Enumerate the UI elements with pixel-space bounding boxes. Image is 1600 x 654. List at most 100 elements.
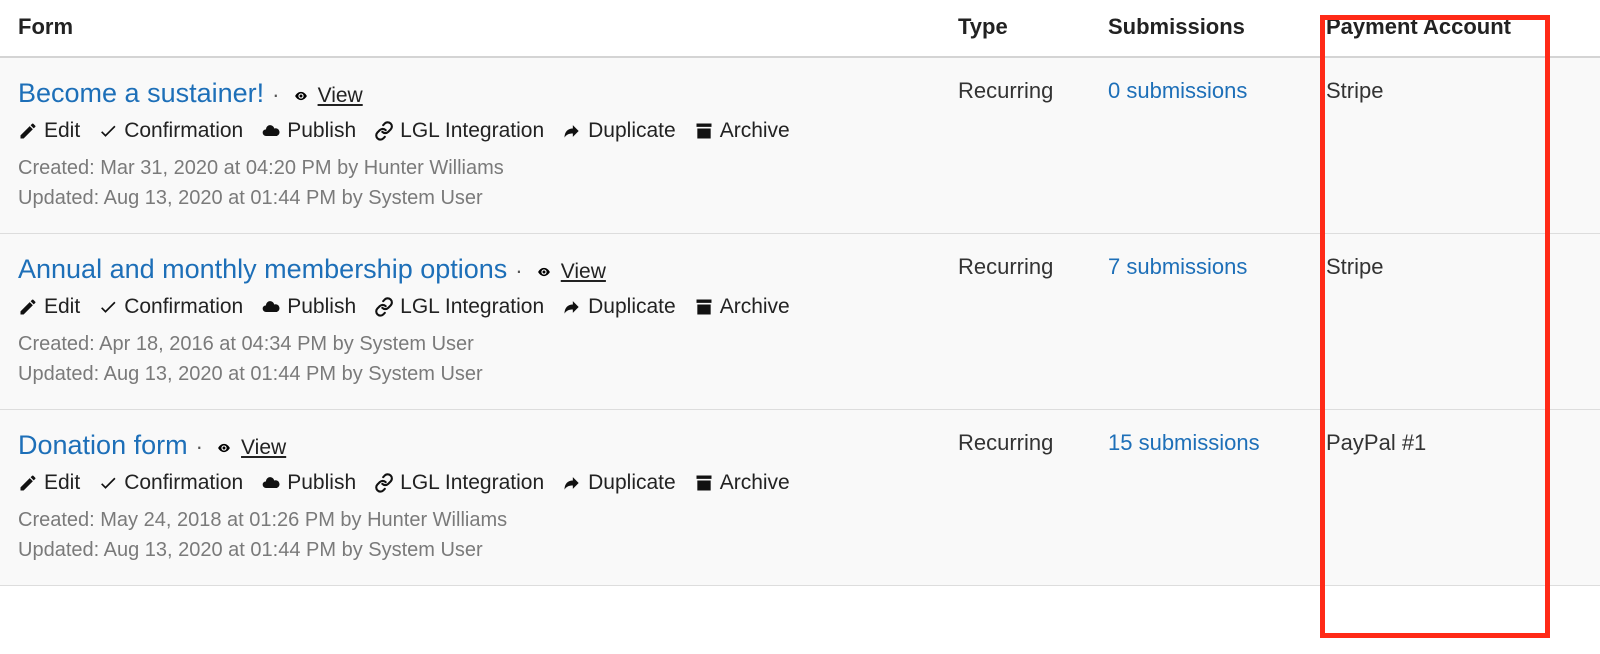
link-icon [374, 471, 394, 495]
cloud-icon [261, 295, 281, 319]
table-row: Become a sustainer!· View Edit Confirmatio… [0, 57, 1600, 234]
type-cell: Recurring [940, 410, 1090, 586]
view-link[interactable]: View [213, 436, 286, 460]
confirmation-label: Confirmation [124, 119, 243, 143]
share-icon [562, 471, 582, 495]
col-header-submissions: Submissions [1090, 0, 1308, 57]
col-header-type: Type [940, 0, 1090, 57]
archive-action[interactable]: Archive [694, 295, 790, 319]
view-link[interactable]: View [533, 260, 606, 284]
payment-account-value: Stripe [1326, 78, 1383, 103]
lgl-integration-action[interactable]: LGL Integration [374, 471, 544, 495]
form-title-link[interactable]: Become a sustainer! [18, 78, 264, 108]
payment-account-value: Stripe [1326, 254, 1383, 279]
form-cell: Become a sustainer!· View Edit Confirmatio… [0, 57, 940, 234]
publish-action[interactable]: Publish [261, 119, 356, 143]
confirmation-action[interactable]: Confirmation [98, 295, 243, 319]
confirmation-action[interactable]: Confirmation [98, 119, 243, 143]
edit-action[interactable]: Edit [18, 119, 80, 143]
payment-account-value: PayPal #1 [1326, 430, 1426, 455]
separator-dot: · [264, 82, 283, 107]
updated-meta: Updated: Aug 13, 2020 at 01:44 PM by Sys… [18, 535, 922, 565]
archive-icon [694, 471, 714, 495]
edit-action[interactable]: Edit [18, 471, 80, 495]
table-row: Donation form· View Edit Confirmation Publi… [0, 410, 1600, 586]
form-meta: Created: Mar 31, 2020 at 04:20 PM by Hun… [18, 153, 922, 213]
archive-action[interactable]: Archive [694, 119, 790, 143]
type-cell: Recurring [940, 57, 1090, 234]
archive-label: Archive [720, 119, 790, 143]
lgl-integration-action[interactable]: LGL Integration [374, 295, 544, 319]
check-icon [98, 295, 118, 319]
duplicate-label: Duplicate [588, 295, 676, 319]
link-icon [374, 119, 394, 143]
updated-meta: Updated: Aug 13, 2020 at 01:44 PM by Sys… [18, 359, 922, 389]
duplicate-action[interactable]: Duplicate [562, 119, 676, 143]
submissions-link[interactable]: 7 submissions [1108, 254, 1247, 279]
confirmation-action[interactable]: Confirmation [98, 471, 243, 495]
archive-label: Archive [720, 295, 790, 319]
form-actions: Edit Confirmation Publish LGL Integration Du… [18, 295, 922, 319]
type-value: Recurring [958, 430, 1053, 455]
form-meta: Created: Apr 18, 2016 at 04:34 PM by Sys… [18, 329, 922, 389]
lgl-integration-label: LGL Integration [400, 119, 544, 143]
form-title-link[interactable]: Donation form [18, 430, 188, 460]
publish-label: Publish [287, 471, 356, 495]
eye-icon [213, 436, 235, 460]
edit-icon [18, 471, 38, 495]
submissions-cell: 15 submissions [1090, 410, 1308, 586]
confirmation-label: Confirmation [124, 471, 243, 495]
submissions-link[interactable]: 15 submissions [1108, 430, 1260, 455]
check-icon [98, 471, 118, 495]
publish-action[interactable]: Publish [261, 295, 356, 319]
col-header-form: Form [0, 0, 940, 57]
lgl-integration-label: LGL Integration [400, 295, 544, 319]
submissions-cell: 0 submissions [1090, 57, 1308, 234]
separator-dot: · [507, 258, 526, 283]
view-link[interactable]: View [290, 84, 363, 108]
payment-account-cell: Stripe [1308, 234, 1600, 410]
updated-meta: Updated: Aug 13, 2020 at 01:44 PM by Sys… [18, 183, 922, 213]
share-icon [562, 119, 582, 143]
submissions-cell: 7 submissions [1090, 234, 1308, 410]
form-cell: Donation form· View Edit Confirmation Publi… [0, 410, 940, 586]
table-row: Annual and monthly membership options· V… [0, 234, 1600, 410]
form-actions: Edit Confirmation Publish LGL Integration Du… [18, 119, 922, 143]
view-label: View [561, 260, 606, 284]
payment-account-cell: PayPal #1 [1308, 410, 1600, 586]
publish-action[interactable]: Publish [261, 471, 356, 495]
view-label: View [241, 436, 286, 460]
publish-label: Publish [287, 295, 356, 319]
form-title-link[interactable]: Annual and monthly membership options [18, 254, 507, 284]
eye-icon [290, 84, 312, 108]
col-header-payment-account: Payment Account [1308, 0, 1600, 57]
separator-dot: · [188, 434, 207, 459]
archive-label: Archive [720, 471, 790, 495]
publish-label: Publish [287, 119, 356, 143]
edit-label: Edit [44, 295, 80, 319]
archive-action[interactable]: Archive [694, 471, 790, 495]
created-meta: Created: Apr 18, 2016 at 04:34 PM by Sys… [18, 329, 922, 359]
submissions-link[interactable]: 0 submissions [1108, 78, 1247, 103]
duplicate-action[interactable]: Duplicate [562, 471, 676, 495]
share-icon [562, 295, 582, 319]
view-label: View [318, 84, 363, 108]
edit-action[interactable]: Edit [18, 295, 80, 319]
payment-account-cell: Stripe [1308, 57, 1600, 234]
edit-label: Edit [44, 119, 80, 143]
lgl-integration-action[interactable]: LGL Integration [374, 119, 544, 143]
check-icon [98, 119, 118, 143]
duplicate-label: Duplicate [588, 119, 676, 143]
type-value: Recurring [958, 78, 1053, 103]
table-header-row: Form Type Submissions Payment Account [0, 0, 1600, 57]
eye-icon [533, 260, 555, 284]
form-meta: Created: May 24, 2018 at 01:26 PM by Hun… [18, 505, 922, 565]
cloud-icon [261, 471, 281, 495]
type-value: Recurring [958, 254, 1053, 279]
link-icon [374, 295, 394, 319]
lgl-integration-label: LGL Integration [400, 471, 544, 495]
created-meta: Created: May 24, 2018 at 01:26 PM by Hun… [18, 505, 922, 535]
confirmation-label: Confirmation [124, 295, 243, 319]
cloud-icon [261, 119, 281, 143]
duplicate-action[interactable]: Duplicate [562, 295, 676, 319]
